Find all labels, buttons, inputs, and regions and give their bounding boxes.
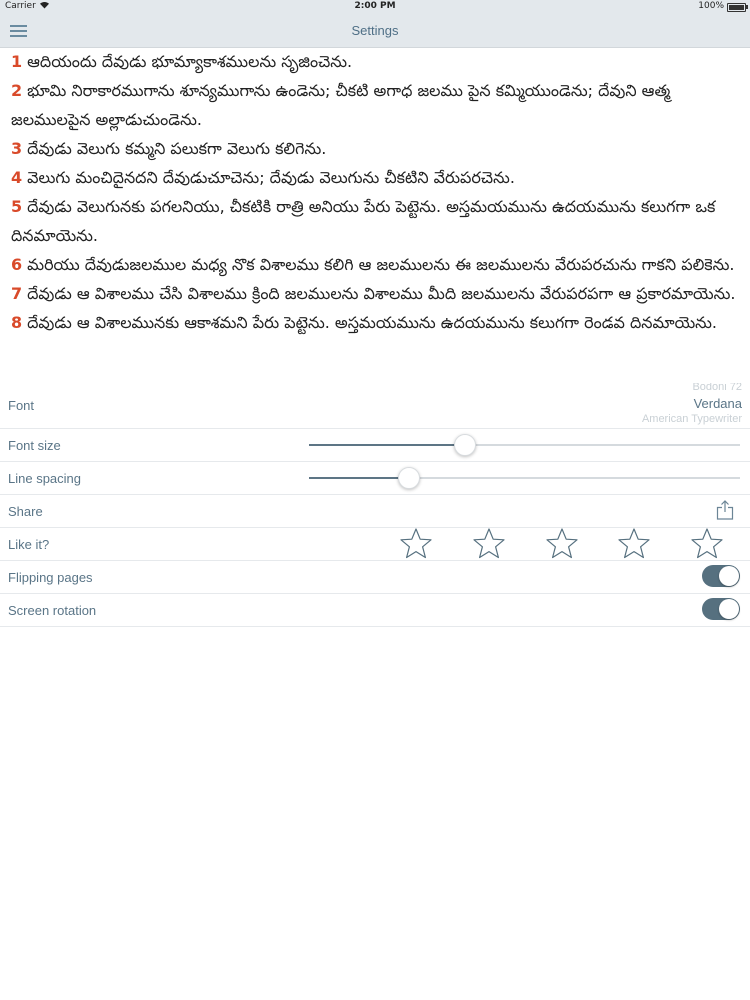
verse-text: దేవుడు ఆ విశాలమునకు ఆకాశమని పేరు పెట్టెన… xyxy=(27,313,718,332)
line-spacing-slider-knob[interactable] xyxy=(398,467,421,489)
verse-3: 3 దేవుడు వెలుగు కమ్మని పలుకగా వెలుగు కలిగ… xyxy=(0,134,750,163)
like-label: Like it? xyxy=(8,537,50,552)
page-title: Settings xyxy=(351,23,399,38)
font-size-slider-knob[interactable] xyxy=(454,434,477,456)
font-option-below[interactable]: American Typewriter xyxy=(542,412,742,426)
verse-text: దేవుడు ఆ విశాలము చేసి విశాలము క్రింది జల… xyxy=(27,284,736,303)
line-spacing-row: Line spacing xyxy=(0,462,750,495)
font-size-slider-fill xyxy=(309,444,465,446)
star-icon[interactable] xyxy=(399,527,433,561)
verse-preview: 1 ఆదియందు దేవుడు భూమ్యాకాశములను సృజించెను… xyxy=(0,47,750,383)
flipping-pages-label: Flipping pages xyxy=(8,570,93,585)
battery-tip xyxy=(746,5,748,9)
status-time: 2:00 PM xyxy=(354,1,396,11)
star-rating[interactable] xyxy=(399,528,744,560)
star-icon[interactable] xyxy=(617,527,651,561)
verse-2: 2 భూమి నిరాకారముగాను శూన్యముగాను ఉండెను; … xyxy=(0,76,750,134)
verse-text: వెలుగు మంచిదైనదని దేవుడుచూచెను; దేవుడు వ… xyxy=(27,168,515,187)
verse-number: 2 xyxy=(11,81,23,100)
navigation-bar: Settings xyxy=(0,14,750,48)
line-spacing-slider[interactable] xyxy=(309,467,740,489)
toggle-thumb xyxy=(719,566,739,586)
font-option-selected[interactable]: Verdana xyxy=(542,395,742,412)
verse-5: 5 దేవుడు వెలుగునకు పగలనియు, చీకటికి రాత్ర… xyxy=(0,192,750,250)
like-row: Like it? xyxy=(0,528,750,561)
share-row[interactable]: Share xyxy=(0,495,750,528)
verse-7: 7 దేవుడు ఆ విశాలము చేసి విశాలము క్రింది జ… xyxy=(0,279,750,308)
verse-number: 8 xyxy=(11,313,23,332)
share-label: Share xyxy=(8,504,43,519)
battery-icon xyxy=(727,3,746,12)
font-option-above[interactable]: Bodoni 72 xyxy=(542,383,742,394)
verse-number: 5 xyxy=(11,197,23,216)
font-row: Font Bodoni 72 Verdana American Typewrit… xyxy=(0,383,750,429)
screen-rotation-row: Screen rotation xyxy=(0,594,750,627)
font-size-slider[interactable] xyxy=(309,434,740,456)
screen-rotation-toggle[interactable] xyxy=(702,598,740,620)
verse-6: 6 మరియు దేవుడుజలముల మధ్య నొక విశాలము కలిగ… xyxy=(0,250,750,279)
font-size-label: Font size xyxy=(8,438,61,453)
settings-panel: Font Bodoni 72 Verdana American Typewrit… xyxy=(0,383,750,627)
share-icon[interactable] xyxy=(716,500,734,520)
font-picker[interactable]: Bodoni 72 Verdana American Typewriter xyxy=(542,383,742,428)
screen-rotation-label: Screen rotation xyxy=(8,603,97,618)
status-bar: Carrier 2:00 PM 100% xyxy=(0,0,750,14)
verse-number: 4 xyxy=(11,168,23,187)
verse-text: దేవుడు వెలుగు కమ్మని పలుకగా వెలుగు కలిగె… xyxy=(27,139,327,158)
verse-number: 1 xyxy=(11,52,23,71)
verse-text: దేవుడు వెలుగునకు పగలనియు, చీకటికి రాత్రి… xyxy=(11,197,716,245)
star-icon[interactable] xyxy=(472,527,506,561)
verse-text: భూమి నిరాకారముగాను శూన్యముగాను ఉండెను; చ… xyxy=(11,81,671,129)
battery-percent: 100% xyxy=(698,1,724,11)
verse-number: 3 xyxy=(11,139,23,158)
verse-8: 8 దేవుడు ఆ విశాలమునకు ఆకాశమని పేరు పెట్టె… xyxy=(0,308,750,337)
star-icon[interactable] xyxy=(545,527,579,561)
font-size-row: Font size xyxy=(0,429,750,462)
line-spacing-label: Line spacing xyxy=(8,471,81,486)
line-spacing-slider-fill xyxy=(309,477,409,479)
verse-4: 4 వెలుగు మంచిదైనదని దేవుడుచూచెను; దేవుడు … xyxy=(0,163,750,192)
verse-number: 7 xyxy=(11,284,23,303)
verse-text: ఆదియందు దేవుడు భూమ్యాకాశములను సృజించెను. xyxy=(27,52,353,71)
verse-text: మరియు దేవుడుజలముల మధ్య నొక విశాలము కలిగి… xyxy=(27,255,735,274)
flipping-pages-toggle[interactable] xyxy=(702,565,740,587)
star-icon[interactable] xyxy=(690,527,724,561)
font-label: Font xyxy=(8,398,35,413)
verse-number: 6 xyxy=(11,255,23,274)
flipping-pages-row: Flipping pages xyxy=(0,561,750,594)
toggle-thumb xyxy=(719,599,739,619)
verse-1: 1 ఆదియందు దేవుడు భూమ్యాకాశములను సృజించెను… xyxy=(0,47,750,76)
